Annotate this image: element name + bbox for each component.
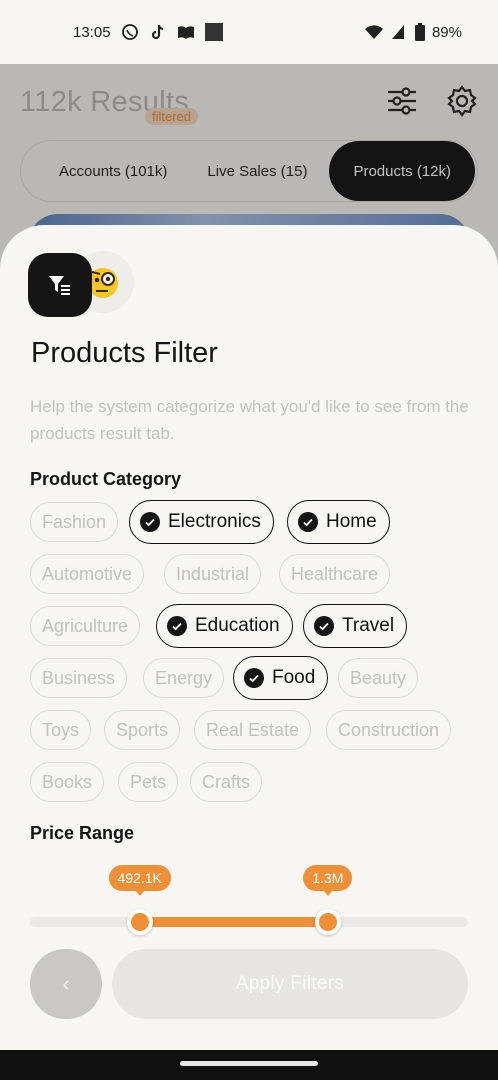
category-chip-label: Industrial <box>176 563 250 584</box>
category-chip-toys[interactable]: Toys <box>30 710 92 750</box>
navigation-bar <box>0 1050 498 1080</box>
price-slider-range <box>139 917 328 927</box>
category-chip-label: Crafts <box>202 771 251 792</box>
category-chip-label: Pets <box>130 771 167 792</box>
check-icon <box>314 616 334 636</box>
tiktok-icon <box>151 24 163 40</box>
sheet-title: Products Filter <box>31 337 218 369</box>
category-chip-industrial[interactable]: Industrial <box>164 554 262 594</box>
category-chip-label: Business <box>42 667 116 688</box>
wifi-icon <box>364 25 383 39</box>
category-chip-travel[interactable]: Travel <box>303 604 408 648</box>
apply-filters-button[interactable]: Apply Filters <box>112 949 468 1019</box>
category-chip-pets[interactable]: Pets <box>118 762 179 802</box>
category-chip-fashion[interactable]: Fashion <box>30 502 119 542</box>
check-icon <box>244 668 264 688</box>
category-chip-label: Home <box>326 511 377 532</box>
check-icon <box>298 512 318 532</box>
category-chip-sports[interactable]: Sports <box>104 710 181 750</box>
category-label: Product Category <box>30 469 182 489</box>
category-chip-education[interactable]: Education <box>156 604 293 648</box>
whatsapp-icon <box>121 24 138 40</box>
category-chip-label: Sports <box>116 719 169 740</box>
category-chip-home[interactable]: Home <box>287 500 390 544</box>
back-button[interactable]: ‹ <box>30 949 102 1019</box>
category-chip-label: Electronics <box>168 511 261 532</box>
check-icon <box>167 616 187 636</box>
category-chip-books[interactable]: Books <box>30 762 105 802</box>
price-min-handle[interactable] <box>126 909 153 935</box>
square-icon <box>204 23 223 41</box>
category-chip-label: Books <box>42 771 93 792</box>
category-chip-label: Beauty <box>350 667 407 688</box>
category-chip-construction[interactable]: Construction <box>326 710 452 750</box>
price-max-handle[interactable] <box>314 909 341 935</box>
category-chip-label: Construction <box>338 719 440 740</box>
category-chip-agriculture[interactable]: Agriculture <box>30 606 141 646</box>
check-icon <box>140 512 160 532</box>
category-chip-real-estate[interactable]: Real Estate <box>194 710 312 750</box>
category-chip-label: Toys <box>42 719 80 740</box>
home-indicator[interactable] <box>180 1061 318 1066</box>
category-chip-beauty[interactable]: Beauty <box>338 658 419 698</box>
category-chip-label: Education <box>195 615 280 636</box>
battery-percent: 89% <box>431 23 462 41</box>
category-chip-label: Automotive <box>42 563 133 584</box>
category-chip-business[interactable]: Business <box>30 658 128 698</box>
category-chip-label: Healthcare <box>291 563 379 584</box>
price-range-label: Price Range <box>30 823 135 843</box>
category-chip-healthcare[interactable]: Healthcare <box>279 554 391 594</box>
price-max-value: 1.3M <box>303 865 353 896</box>
status-bar: 13:05 89% <box>0 0 498 64</box>
category-chip-automotive[interactable]: Automotive <box>30 554 145 594</box>
signal-icon <box>391 25 404 39</box>
category-chip-label: Agriculture <box>42 615 129 636</box>
category-chip-label: Real Estate <box>206 719 300 740</box>
battery-icon <box>414 23 425 41</box>
category-chip-crafts[interactable]: Crafts <box>190 762 263 802</box>
category-chip-label: Energy <box>155 667 213 688</box>
category-chip-label: Food <box>272 667 316 688</box>
filter-list-icon <box>28 253 92 317</box>
category-chip-food[interactable]: Food <box>233 656 329 700</box>
status-time: 13:05 <box>73 23 111 41</box>
price-min-value: 492.1K <box>108 865 171 896</box>
book-icon <box>177 26 194 39</box>
category-chip-label: Fashion <box>42 511 107 532</box>
category-chip-electronics[interactable]: Electronics <box>129 500 274 544</box>
category-chip-energy[interactable]: Energy <box>143 658 225 698</box>
sheet-description: Help the system categorize what you'd li… <box>30 397 469 443</box>
products-filter-sheet: Products Filter Help the system categori… <box>0 225 498 1050</box>
category-chip-label: Travel <box>342 615 395 636</box>
